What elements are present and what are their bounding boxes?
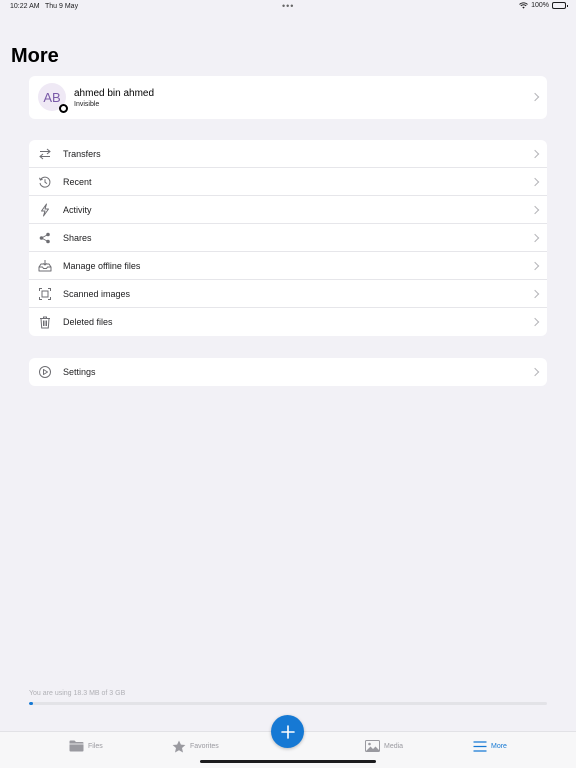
menu-item-label: Scanned images — [63, 288, 131, 299]
wifi-icon — [519, 2, 528, 9]
plus-icon — [280, 724, 295, 739]
menu-item-label: Activity — [63, 204, 92, 215]
menu-item-label: Transfers — [63, 148, 101, 159]
menu-item-recent[interactable]: Recent — [29, 168, 547, 196]
tab-files[interactable]: Files — [69, 738, 103, 754]
menu-item-label: Settings — [63, 367, 96, 377]
menu-item-label: Manage offline files — [63, 260, 141, 271]
chevron-right-icon — [530, 149, 540, 159]
menu-item-label: Shares — [63, 232, 92, 243]
menu-lines-icon — [473, 740, 487, 752]
chevron-right-icon — [530, 261, 540, 271]
offline-files-icon — [38, 259, 52, 273]
profile-status: Invisible — [74, 101, 100, 108]
tab-label: More — [491, 742, 507, 750]
status-date: Thu 9 May — [45, 3, 79, 10]
status-indicators: 100% — [519, 2, 568, 9]
storage-usage-text: You are using 18.3 MB of 3 GB — [29, 690, 126, 697]
profile-card[interactable]: AB ahmed bin ahmed Invisible — [29, 76, 547, 119]
more-menu-list: Transfers Recent Activity Shares Manage … — [29, 140, 547, 336]
battery-percent: 100% — [531, 2, 549, 9]
menu-item-transfers[interactable]: Transfers — [29, 140, 547, 168]
storage-progress-fill — [29, 702, 34, 705]
home-indicator[interactable] — [200, 760, 376, 763]
menu-item-label: Deleted files — [63, 317, 113, 327]
chevron-right-icon — [530, 233, 540, 243]
multitasking-dots[interactable]: ••• — [282, 1, 294, 11]
menu-item-settings[interactable]: Settings — [29, 358, 547, 386]
activity-icon — [38, 203, 52, 217]
storage-progress-bar — [29, 702, 547, 705]
chevron-right-icon — [530, 205, 540, 215]
transfers-icon — [38, 147, 52, 161]
page-title: More — [11, 45, 59, 67]
presence-status-icon — [59, 104, 68, 113]
chevron-right-icon — [530, 289, 540, 299]
menu-item-deleted-files[interactable]: Deleted files — [29, 308, 547, 336]
image-icon — [365, 740, 380, 752]
profile-name: ahmed bin ahmed — [74, 88, 155, 99]
tab-label: Favorites — [190, 742, 219, 750]
chevron-right-icon — [530, 317, 540, 327]
chevron-right-icon — [530, 177, 540, 187]
menu-item-activity[interactable]: Activity — [29, 196, 547, 224]
tab-more[interactable]: More — [473, 738, 507, 754]
battery-icon — [552, 2, 568, 9]
share-icon — [38, 231, 52, 245]
tab-label: Media — [384, 742, 404, 750]
settings-card: Settings — [29, 358, 547, 386]
star-icon — [172, 740, 186, 752]
trash-icon — [38, 315, 52, 329]
scan-icon — [38, 287, 52, 301]
chevron-right-icon — [530, 367, 540, 377]
chevron-right-icon — [530, 92, 540, 102]
folder-icon — [69, 740, 84, 752]
menu-item-label: Recent — [63, 176, 92, 187]
menu-item-offline-files[interactable]: Manage offline files — [29, 252, 547, 280]
menu-item-shares[interactable]: Shares — [29, 224, 547, 252]
tab-favorites[interactable]: Favorites — [172, 738, 219, 754]
status-time: 10:22 AM — [10, 3, 40, 10]
settings-icon — [38, 365, 52, 379]
menu-item-scanned-images[interactable]: Scanned images — [29, 280, 547, 308]
add-button[interactable] — [271, 715, 304, 748]
tab-label: Files — [88, 742, 103, 750]
recent-icon — [38, 175, 52, 189]
status-bar: 10:22 AM Thu 9 May ••• 100% — [0, 0, 576, 14]
tab-media[interactable]: Media — [365, 738, 403, 754]
